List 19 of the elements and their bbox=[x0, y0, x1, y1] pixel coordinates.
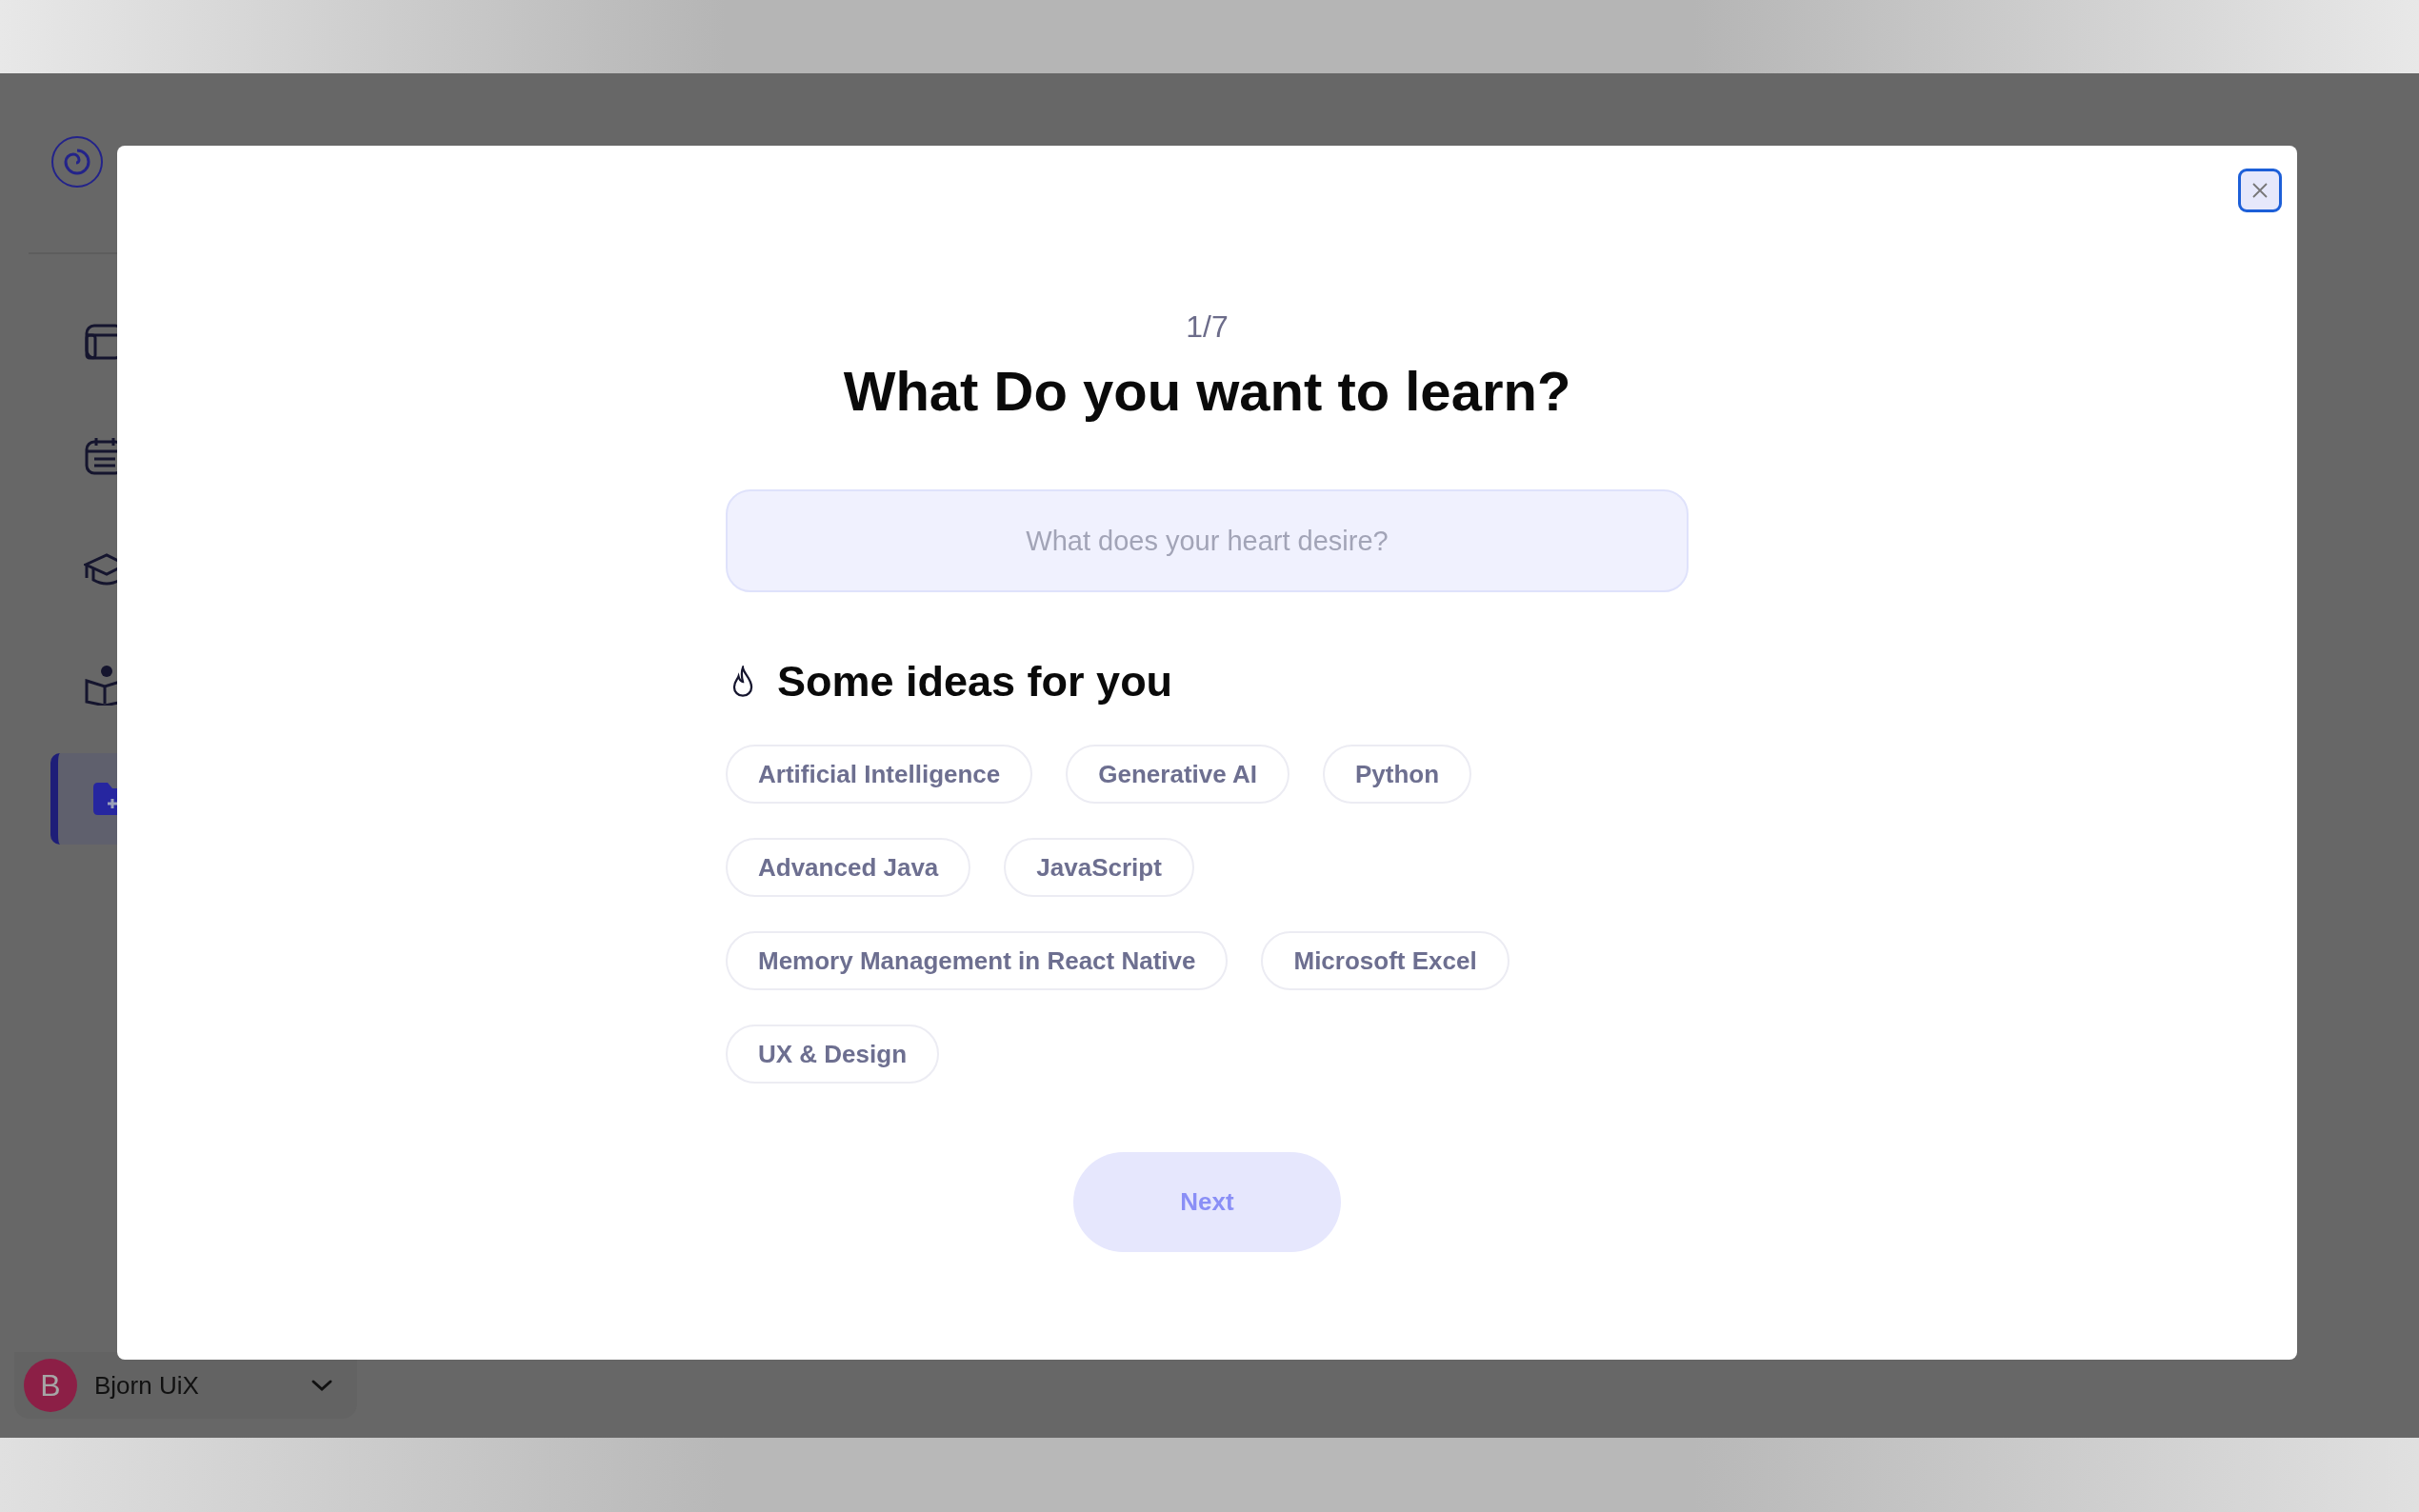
avatar: B bbox=[24, 1359, 77, 1412]
user-name: Bjorn UiX bbox=[94, 1370, 200, 1401]
topic-chip[interactable]: Generative AI bbox=[1066, 745, 1289, 804]
topic-chip[interactable]: UX & Design bbox=[726, 1025, 940, 1084]
dialog-title: What Do you want to learn? bbox=[843, 359, 1571, 423]
topic-chip[interactable]: Artificial Intelligence bbox=[726, 745, 1033, 804]
search-field[interactable]: What does your heart desire? bbox=[726, 489, 1689, 592]
step-counter: 1/7 bbox=[1186, 309, 1229, 346]
section-heading: Some ideas for you bbox=[777, 657, 1173, 706]
chevron-down-icon[interactable] bbox=[310, 1379, 333, 1392]
spiral-logo-icon bbox=[50, 135, 104, 189]
topic-chip[interactable]: Advanced Java bbox=[726, 838, 971, 897]
close-icon bbox=[2250, 181, 2269, 200]
topic-chip[interactable]: Microsoft Excel bbox=[1261, 931, 1509, 990]
topic-chip[interactable]: Python bbox=[1322, 745, 1472, 804]
close-button[interactable] bbox=[2238, 169, 2282, 212]
user-menu[interactable]: B Bjorn UiX bbox=[14, 1352, 357, 1419]
topic-chip[interactable]: Memory Management in React Native bbox=[726, 931, 1229, 990]
topic-chip[interactable]: JavaScript bbox=[1004, 838, 1194, 897]
